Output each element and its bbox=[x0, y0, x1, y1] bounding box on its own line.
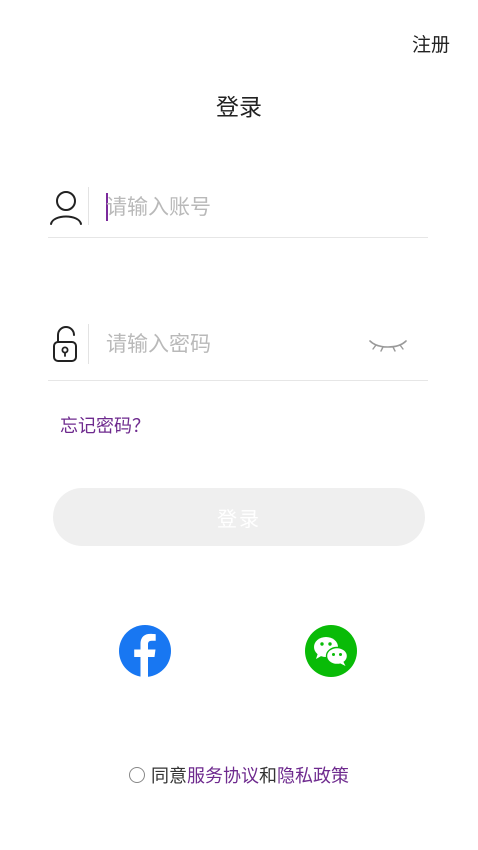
wechat-icon bbox=[304, 625, 358, 682]
forgot-password-link[interactable]: 忘记密码？ bbox=[60, 412, 150, 438]
user-icon bbox=[48, 187, 84, 227]
facebook-login-button[interactable] bbox=[118, 624, 172, 678]
password-input[interactable] bbox=[106, 324, 356, 364]
account-field bbox=[48, 181, 428, 238]
password-field bbox=[48, 316, 428, 381]
account-input[interactable] bbox=[106, 187, 356, 227]
terms-link[interactable]: 服务协议 bbox=[187, 766, 259, 787]
page-title: 登录 bbox=[216, 95, 262, 121]
eye-closed-icon[interactable] bbox=[368, 332, 408, 356]
agree-radio[interactable] bbox=[129, 767, 145, 783]
unlock-icon bbox=[48, 324, 84, 364]
register-link[interactable]: 注册 bbox=[412, 30, 450, 57]
facebook-icon bbox=[118, 625, 172, 682]
agreement-row: 同意服务协议和隐私政策 bbox=[0, 762, 478, 788]
agree-text: 同意 bbox=[151, 766, 187, 787]
agreement-conjunction: 和 bbox=[259, 766, 277, 787]
privacy-link[interactable]: 隐私政策 bbox=[277, 766, 349, 787]
field-divider bbox=[88, 324, 89, 364]
login-button[interactable]: 登录 bbox=[53, 488, 425, 546]
wechat-login-button[interactable] bbox=[304, 624, 358, 678]
field-divider bbox=[88, 187, 89, 225]
